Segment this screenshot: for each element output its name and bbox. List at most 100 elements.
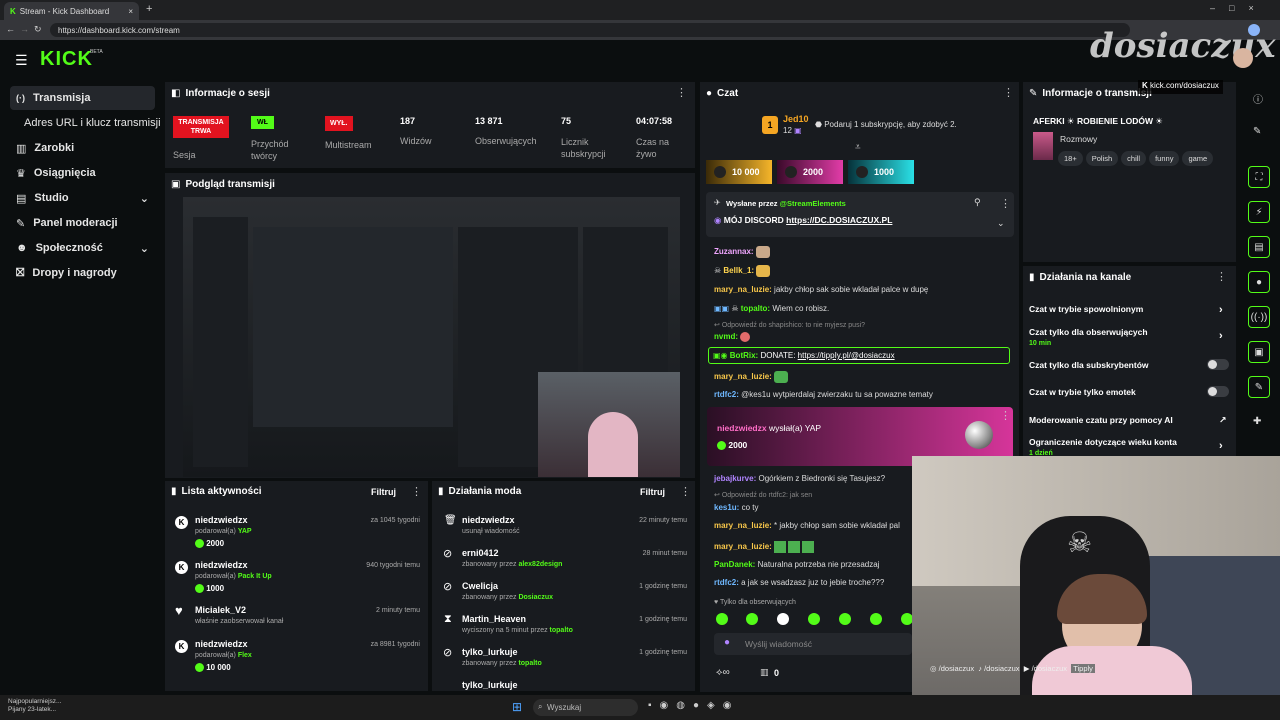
gift-card-menu-icon[interactable]: ⋮ [1000, 409, 1011, 422]
mod-target-name[interactable]: Cwelicja [462, 581, 498, 591]
subs-only-toggle[interactable] [1207, 359, 1229, 370]
reload-icon[interactable]: ↻ [34, 24, 42, 35]
rail-mod-button[interactable]: ▣ [1248, 341, 1270, 363]
emote-quick-5[interactable] [839, 613, 851, 625]
mod-by[interactable]: topalto [518, 660, 541, 667]
add-widget-icon[interactable]: ✚ [1253, 416, 1261, 427]
chat-username[interactable]: Zuzannax: [714, 247, 754, 256]
sidebar-item-transmisja[interactable]: (·) Transmisja [10, 86, 155, 110]
kicks-chip-gold[interactable]: 10 000 [706, 160, 772, 184]
edit-icon[interactable]: ✎ [1253, 126, 1261, 137]
chat-username[interactable]: nvmd: [714, 332, 738, 341]
kicks-chip-cyan[interactable]: 1000 [848, 160, 914, 184]
sidebar-item-osiagniecia[interactable]: ♛ Osiągnięcia [10, 161, 155, 185]
gift-box-icon[interactable]: ▥ [760, 667, 769, 678]
category-thumbnail[interactable] [1033, 132, 1053, 160]
windows-start-icon[interactable]: ⊞ [512, 700, 522, 714]
forward-icon[interactable]: → [20, 24, 29, 34]
kicks-chip-pink[interactable]: 2000 [777, 160, 843, 184]
rail-chat-button[interactable]: ● [1248, 271, 1270, 293]
emote-quick-6[interactable] [870, 613, 882, 625]
mod-target-name[interactable]: erni0412 [462, 548, 499, 558]
info-icon[interactable]: ⓘ [1253, 91, 1263, 106]
rail-tools-button[interactable]: ✎ [1248, 376, 1270, 398]
kick-logo[interactable]: KICK [40, 48, 93, 71]
rail-lightning-button[interactable]: ⚡ [1248, 201, 1270, 223]
mod-by[interactable]: Dosiaczux [518, 594, 553, 601]
followers-only-row[interactable]: Czat tylko dla obserwujących › 10 min [1029, 327, 1229, 347]
new-tab-icon[interactable]: + [146, 3, 152, 15]
activity-name[interactable]: niedzwiedzx [195, 560, 248, 570]
chat-username[interactable]: mary_na_luzie: [714, 285, 772, 294]
modactions-menu-icon[interactable]: ⋮ [680, 485, 691, 498]
tag[interactable]: 18+ [1058, 151, 1083, 166]
mod-target-name[interactable]: tylko_lurkuje [462, 647, 518, 657]
account-age-row[interactable]: Ograniczenie dotyczące wieku konta › 1 dzi… [1029, 437, 1229, 457]
activity-name[interactable]: niedzwiedzx [195, 515, 248, 525]
chat-username[interactable]: rtdfc2: [714, 390, 739, 399]
subs-only-row[interactable]: Czat tylko dla subskrybentów [1029, 360, 1229, 370]
tag[interactable]: funny [1149, 151, 1180, 166]
emote-quick-3[interactable] [777, 613, 789, 625]
chat-username[interactable]: rtdfc2: [714, 578, 739, 587]
news-widget[interactable]: Najpopularniejsz... Pijany 23-latek... [8, 698, 61, 714]
channel-actions-menu-icon[interactable]: ⋮ [1216, 270, 1227, 283]
taskbar-search[interactable]: ⌕ Wyszukaj [533, 699, 638, 716]
activity-filter-button[interactable]: Filtruj [371, 487, 396, 497]
pinned-menu-icon[interactable]: ⋮ [1000, 197, 1011, 210]
collapse-chevron-icon[interactable]: ⩡ [855, 142, 861, 153]
category-name[interactable]: Rozmowy [1060, 134, 1097, 144]
tag[interactable]: Polish [1085, 151, 1119, 166]
rail-fullscreen-button[interactable]: ⛶ [1248, 166, 1270, 188]
ai-moderation-row[interactable]: Moderowanie czatu przy pomocy AI ↗ [1029, 415, 1229, 425]
url-input[interactable]: https://dashboard.kick.com/stream [50, 23, 1130, 37]
tag[interactable]: game [1182, 151, 1214, 166]
chat-username[interactable]: PanDanek: [714, 560, 755, 569]
chevron-down-icon[interactable]: ⌄ [997, 218, 1005, 229]
sidebar-item-spolecznosc[interactable]: ☻ Społeczność ⌄ [10, 236, 155, 260]
tag[interactable]: chill [1121, 151, 1147, 166]
rail-broadcast-button[interactable]: ((·)) [1248, 306, 1270, 328]
sidebar-item-dropy[interactable]: ⛝ Dropy i nagrody [10, 261, 155, 285]
sidebar-item-url-key[interactable]: Adres URL i klucz transmisji [18, 111, 163, 135]
chat-username[interactable]: mary_na_luzie: [714, 372, 772, 381]
taskbar-app-icons[interactable]: ▪◉◍●◈◉ [648, 700, 739, 711]
chat-username[interactable]: topalto: [741, 304, 770, 313]
activity-name[interactable]: Micialek_V2 [195, 605, 246, 615]
pinned-by-user[interactable]: @StreamElements [780, 199, 846, 208]
gift-card-user[interactable]: niedzwiedzx [717, 423, 767, 433]
sidebar-item-studio[interactable]: ▤ Studio ⌄ [10, 186, 155, 210]
chat-username[interactable]: jebajkurve: [714, 474, 756, 483]
infinity-icon[interactable]: ⟡∞ [716, 667, 730, 678]
hamburger-menu-icon[interactable]: ☰ [15, 52, 28, 69]
slow-mode-row[interactable]: Czat w trybie spowolnionym › [1029, 304, 1229, 316]
chat-link[interactable]: https://tippIy.pl/@dosiaczux [798, 351, 895, 360]
chat-menu-icon[interactable]: ⋮ [1003, 86, 1014, 99]
emote-quick-4[interactable] [808, 613, 820, 625]
browser-tab[interactable]: K Stream - Kick Dashboard × [4, 2, 139, 20]
chat-username[interactable]: mary_na_luzie: [714, 542, 772, 551]
sidebar-item-panel-moderacji[interactable]: ✎ Panel moderacji [10, 211, 155, 235]
mod-by[interactable]: alex82design [518, 561, 562, 568]
pin-toggle-icon[interactable]: ⚲ [974, 197, 981, 208]
chat-username[interactable]: mary_na_luzie: [714, 521, 772, 530]
modactions-filter-button[interactable]: Filtruj [640, 487, 665, 497]
window-controls[interactable]: –□× [1210, 3, 1268, 13]
mod-target-name[interactable]: tylko_lurkuje [462, 680, 518, 690]
sidebar-item-zarobki[interactable]: ▥ Zarobki [10, 136, 155, 160]
chat-input[interactable]: ● Wyślij wiadomość [714, 633, 912, 655]
close-tab-icon[interactable]: × [128, 7, 133, 16]
mod-target-name[interactable]: niedzwiedzx [462, 515, 515, 525]
rail-notes-button[interactable]: ▤ [1248, 236, 1270, 258]
emote-only-row[interactable]: Czat w trybie tylko emotek [1029, 387, 1229, 397]
session-menu-icon[interactable]: ⋮ [676, 86, 687, 99]
emote-only-toggle[interactable] [1207, 386, 1229, 397]
pinned-link[interactable]: https://DC.DOSIACZUX.PL [786, 215, 892, 225]
emote-quick-1[interactable] [716, 613, 728, 625]
top-gifter-name[interactable]: Jed10 [783, 114, 809, 124]
mod-by[interactable]: topalto [550, 627, 573, 634]
chat-username[interactable]: kes1u: [714, 503, 739, 512]
emote-quick-2[interactable] [746, 613, 758, 625]
activity-menu-icon[interactable]: ⋮ [411, 485, 422, 498]
back-icon[interactable]: ← [6, 24, 15, 34]
